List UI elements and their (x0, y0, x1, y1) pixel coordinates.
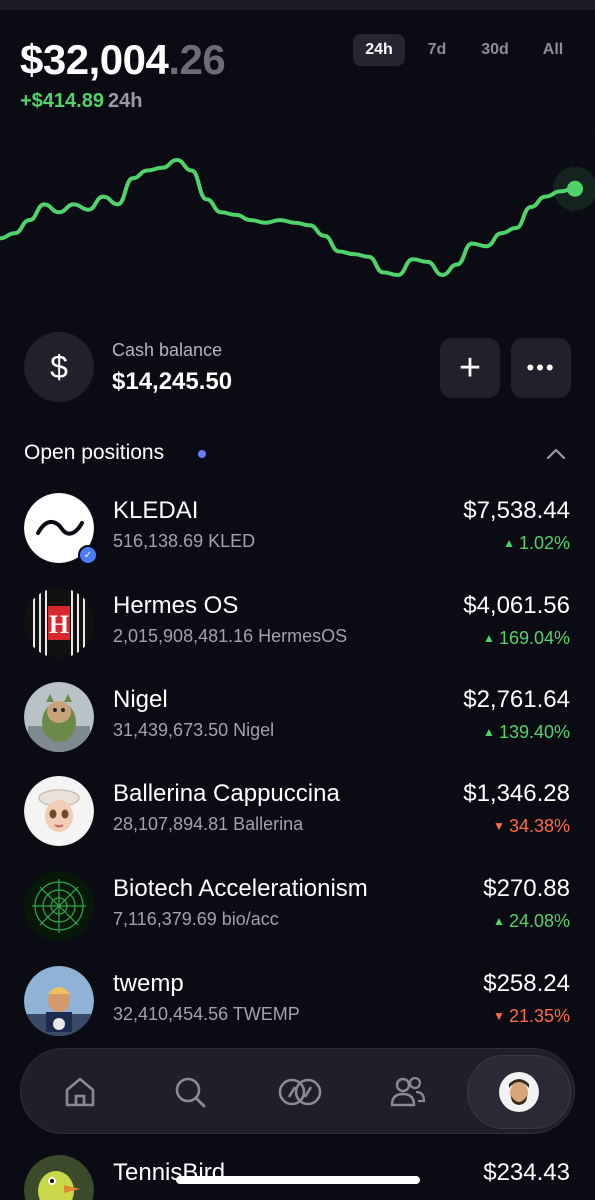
cash-balance-label: Cash balance (112, 340, 223, 360)
dollar-icon: $ (24, 332, 94, 402)
position-name: Biotech Accelerationism (113, 875, 368, 902)
position-change-value: 1.02% (518, 533, 570, 553)
position-quantity: 516,138.69 KLED (113, 531, 256, 551)
position-name: Nigel (113, 686, 168, 713)
swap-icon[interactable] (273, 1065, 327, 1119)
position-quantity: 31,439,673.50 Nigel (113, 720, 275, 740)
portfolio-balance: $32,004.26 (20, 36, 226, 84)
position-value: $2,761.64 (463, 686, 570, 713)
ballerina-avatar (24, 776, 94, 846)
position-row[interactable]: Biotech Accelerationism 7,116,379.69 bio… (0, 871, 595, 965)
position-change: ▲ 24.08% (493, 911, 570, 932)
position-value: $270.88 (483, 875, 570, 902)
position-quantity: 7,116,379.69 bio/acc (113, 909, 279, 929)
chart-endpoint (567, 180, 583, 197)
position-change-value: 169.04% (498, 628, 570, 648)
triangle-down-icon: ▼ (493, 819, 505, 833)
position-change: ▲ 169.04% (483, 628, 570, 649)
home-indicator (176, 1176, 420, 1184)
range-24h[interactable]: 24h (353, 34, 405, 66)
profile-avatar[interactable] (467, 1055, 571, 1129)
position-value: $258.24 (483, 970, 570, 997)
position-row[interactable]: Ballerina Cappuccina 28,107,894.81 Balle… (0, 776, 595, 870)
position-name: Ballerina Cappuccina (113, 780, 340, 807)
twemp-avatar (24, 966, 94, 1036)
cash-balance-value: $14,245.50 (112, 368, 233, 395)
position-value: $1,346.28 (463, 780, 570, 807)
plus-icon: + (458, 347, 482, 389)
position-change-value: 34.38% (508, 816, 570, 836)
bottom-nav (20, 1048, 575, 1134)
position-value: $234.43 (483, 1159, 570, 1186)
home-icon[interactable] (53, 1065, 107, 1119)
position-value: $4,061.56 (463, 592, 570, 619)
triangle-up-icon: ▲ (483, 631, 495, 645)
position-change: ▼ 34.38% (493, 816, 570, 837)
position-name: twemp (113, 970, 184, 997)
change-amount: +$414.89 (20, 90, 104, 112)
position-change: ▲ 139.40% (483, 722, 570, 743)
position-change: ▼ 21.35% (493, 1006, 570, 1027)
position-quantity: 28,107,894.81 Ballerina (113, 814, 304, 834)
position-name: KLEDAI (113, 497, 199, 524)
balance-cents: .26 (168, 36, 226, 83)
friends-icon[interactable] (381, 1065, 435, 1119)
bioacc-avatar (24, 871, 94, 941)
position-quantity: 32,410,454.56 TWEMP (113, 1004, 300, 1024)
position-row[interactable]: Nigel 31,439,673.50 Nigel $2,761.64 ▲ 139… (0, 682, 595, 776)
triangle-up-icon: ▲ (483, 725, 495, 739)
indicator-dot (198, 450, 206, 458)
position-change: ▲ 1.02% (503, 533, 570, 554)
change-period: 24h (107, 90, 143, 112)
balance-main: $32,004 (20, 36, 169, 83)
range-selector: 24h 7d 30d All (353, 34, 579, 66)
tennisbird-avatar (24, 1155, 94, 1200)
nigel-avatar (24, 682, 94, 752)
position-quantity: 2,015,908,481.16 HermesOS (113, 626, 348, 646)
range-30d[interactable]: 30d (469, 34, 521, 66)
portfolio-chart[interactable] (0, 120, 595, 310)
position-change-value: 21.35% (508, 1006, 570, 1026)
position-change-value: 139.40% (498, 722, 570, 742)
position-value: $7,538.44 (463, 497, 570, 524)
more-options-button[interactable]: ••• (511, 338, 571, 398)
balance-change: +$414.89 24h (20, 90, 142, 113)
chevron-up-icon[interactable] (544, 444, 568, 464)
position-row[interactable]: ✓ KLEDAI 516,138.69 KLED $7,538.44 ▲ 1.02… (0, 493, 595, 587)
open-positions-title: Open positions (24, 441, 165, 464)
position-row[interactable]: twemp 32,410,454.56 TWEMP $258.24 ▼ 21.35… (0, 966, 595, 1060)
position-row[interactable]: H Hermes OS 2,015,908,481.16 HermesOS $4… (0, 588, 595, 682)
triangle-down-icon: ▼ (493, 1009, 505, 1023)
triangle-up-icon: ▲ (503, 536, 515, 550)
status-bar-strip (0, 0, 595, 10)
triangle-up-icon: ▲ (493, 914, 505, 928)
position-name: Hermes OS (113, 592, 239, 619)
verified-badge-icon: ✓ (78, 545, 98, 565)
range-7d[interactable]: 7d (411, 34, 463, 66)
add-cash-button[interactable]: + (440, 338, 500, 398)
ellipsis-icon: ••• (526, 355, 556, 380)
chart-fade (0, 200, 595, 310)
svg-text:H: H (49, 610, 69, 639)
position-change-value: 24.08% (508, 911, 570, 931)
hermes-logo: H (24, 588, 94, 658)
search-icon[interactable] (163, 1065, 217, 1119)
range-all[interactable]: All (527, 34, 579, 66)
